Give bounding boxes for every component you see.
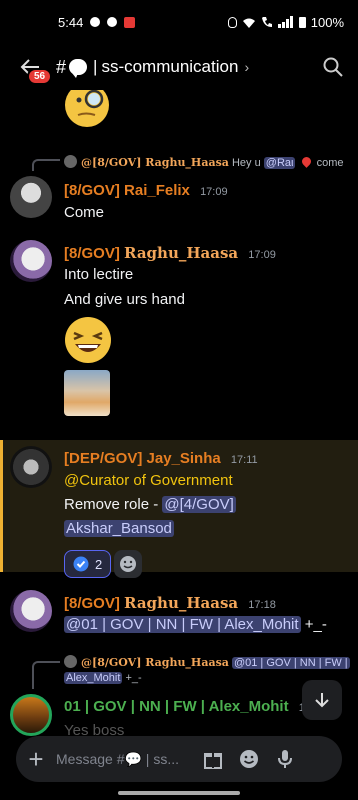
add-reaction-button[interactable] (114, 550, 142, 578)
author-name[interactable]: 01 | GOV | NN | FW | Alex_Mohit 17: (64, 698, 314, 715)
message-time: 17:09 (248, 249, 276, 261)
back-button[interactable]: 56 (10, 44, 53, 90)
author-name[interactable]: [8/GOV] Rai_Felix 17:09 (64, 182, 228, 199)
channel-separator: | (93, 57, 98, 76)
message-tail: +_- (300, 616, 327, 633)
author-tag: [DEP/GOV] (64, 450, 143, 467)
reply-avatar (64, 155, 77, 168)
unread-badge: 56 (27, 68, 53, 85)
chevron-right-icon[interactable]: › (244, 59, 249, 75)
avatar[interactable] (10, 240, 52, 282)
wifi-calling-icon (261, 17, 272, 27)
message-time: 17:11 (230, 454, 258, 466)
scroll-to-bottom-button[interactable] (302, 680, 342, 720)
message-line: And give urs hand (64, 291, 185, 308)
author-tag: [8/GOV] (64, 245, 120, 262)
verified-check-icon (73, 556, 89, 572)
youtube-icon (107, 17, 118, 27)
message-time: 17:09 (200, 186, 228, 198)
home-indicator[interactable] (118, 791, 240, 795)
battery-percent: 100% (310, 14, 344, 30)
monocle-face-icon (65, 90, 109, 127)
reply-connector (32, 159, 60, 171)
message-line: Come (64, 204, 105, 221)
user-mention[interactable]: @[4/GOV] (162, 496, 236, 513)
reply-preview[interactable]: @[8/GOV] Raghu_Haasa @01 | GOV | NN | FW… (64, 655, 350, 669)
wifi-icon (242, 18, 255, 28)
heart-icon (299, 155, 313, 168)
gift-icon[interactable] (202, 748, 224, 770)
dog-image[interactable] (64, 370, 110, 416)
reply-connector (32, 661, 60, 689)
emoji-icon[interactable] (238, 748, 260, 770)
reply-author: @[8/GOV] Raghu_Haasa (81, 156, 229, 169)
author-tag: [8/GOV] (64, 595, 120, 612)
author-username: Raghu_Haasa (124, 594, 239, 612)
battery-icon (298, 17, 306, 28)
laughing-face-icon (65, 317, 111, 363)
add-reaction-icon (120, 556, 136, 572)
reply-avatar (64, 655, 77, 668)
message-line: Akshar_Bansod (64, 520, 174, 537)
reply-preview[interactable]: @[8/GOV] Raghu_Haasa Hey u @Raι come (64, 155, 343, 169)
author-username: Rai_Felix (124, 182, 190, 199)
reply-mention: Alex_Mohit (64, 672, 123, 684)
user-mention[interactable]: Akshar_Bansod (64, 520, 174, 537)
message-line: Into lectire (64, 266, 134, 283)
message-input[interactable]: Message #💬 | ss... (56, 751, 196, 768)
author-username: Jay_Sinha (146, 450, 221, 467)
whatsapp-icon (90, 17, 101, 27)
reaction-count: 2 (95, 556, 103, 572)
message-time: 17:18 (248, 599, 276, 611)
reply-preview-line2: Alex_Mohit +_- (64, 672, 142, 684)
channel-header: 56 # | ss-communication › (0, 44, 358, 90)
author-name[interactable]: [8/GOV] Raghu_Haasa 17:09 (64, 244, 276, 262)
plus-icon[interactable]: + (16, 746, 56, 772)
reply-tail: come (316, 157, 344, 169)
app-notification-icon (124, 16, 136, 28)
avatar[interactable] (10, 590, 52, 632)
data-saver-icon (227, 16, 237, 28)
author-username: Raghu_Haasa (124, 244, 239, 262)
status-bar: 5:44 100% (0, 0, 358, 44)
author-name[interactable]: [8/GOV] Raghu_Haasa 17:18 (64, 594, 276, 612)
channel-name[interactable]: ss-communication (101, 57, 238, 77)
reply-author: @[8/GOV] Raghu_Haasa (81, 656, 229, 669)
arrow-down-icon (315, 693, 329, 708)
hash-icon: # (56, 56, 67, 77)
signal-icon (277, 16, 293, 28)
message-line: Remove role - @[4/GOV] (64, 496, 236, 513)
speech-bubble-icon (69, 59, 88, 78)
reply-text: Hey u (231, 157, 261, 169)
message-composer: + Message #💬 | ss... (16, 736, 342, 782)
message-list[interactable]: @[8/GOV] Raghu_Haasa Hey u @Raι come [8/… (0, 90, 358, 739)
reply-mention: @Raι (263, 157, 296, 169)
author-name[interactable]: [DEP/GOV] Jay_Sinha 17:11 (64, 450, 258, 467)
author-username: 01 | GOV | NN | FW | Alex_Mohit (64, 698, 289, 715)
status-time: 5:44 (58, 14, 84, 30)
avatar[interactable] (10, 446, 52, 488)
search-icon[interactable] (322, 56, 344, 78)
microphone-icon[interactable] (274, 748, 296, 770)
user-mention[interactable]: @01 | GOV | NN | FW | Alex_Mohit (64, 616, 301, 633)
avatar[interactable] (10, 176, 52, 218)
reaction-verified[interactable]: 2 (64, 550, 112, 578)
message-line: @01 | GOV | NN | FW | Alex_Mohit +_- (64, 616, 327, 633)
emoji-monocle (64, 90, 110, 128)
reply-mention: @01 | GOV | NN | FW | (231, 657, 350, 669)
reply-tail: +_- (122, 672, 142, 684)
role-mention[interactable]: @Curator of Government (64, 472, 233, 489)
author-tag: [8/GOV] (64, 182, 120, 199)
avatar[interactable] (10, 694, 52, 736)
line-prefix: Remove role - (64, 496, 163, 513)
